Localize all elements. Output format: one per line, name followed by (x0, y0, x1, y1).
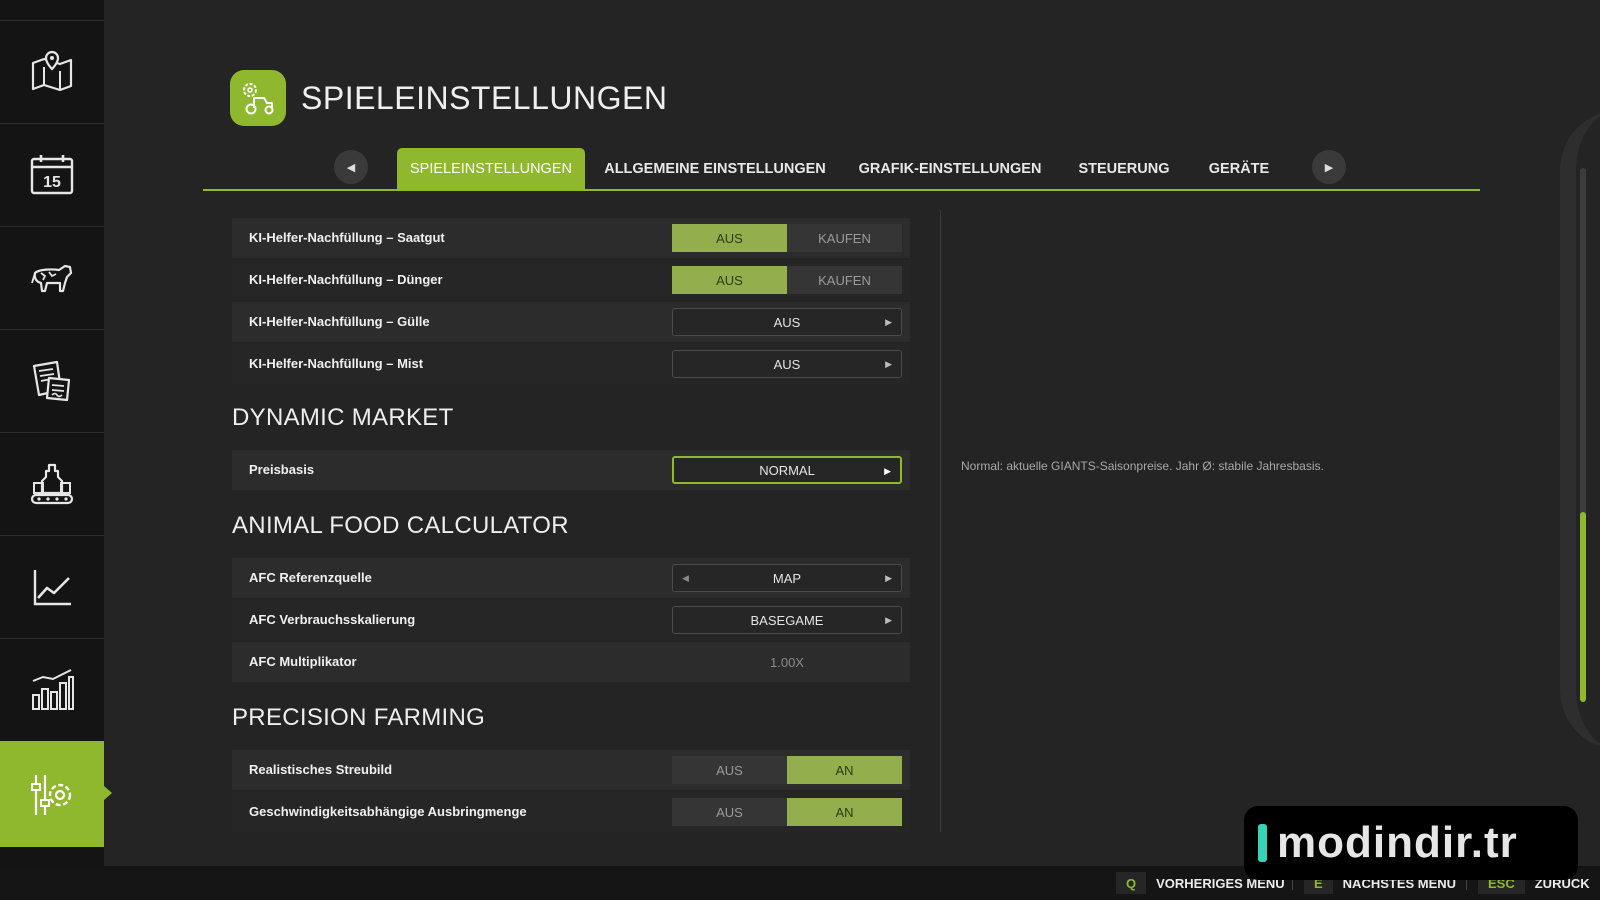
afc-referenzquelle-selector[interactable]: ◀ MAP ▶ (672, 564, 902, 592)
sidebar: 15 (0, 0, 112, 866)
panel-divider (940, 210, 941, 832)
arrow-right-icon[interactable]: ▶ (885, 359, 892, 370)
watermark-bar (1258, 824, 1267, 862)
setting-row-afc-referenzquelle: AFC Referenzquelle ◀ MAP ▶ (232, 558, 910, 598)
toggle-option-aus[interactable]: AUS (672, 756, 787, 784)
selector-value: NORMAL (759, 462, 815, 478)
setting-label: KI-Helfer-Nachfüllung – Gülle (249, 314, 430, 329)
tab-next-button[interactable]: ▶ (1312, 150, 1346, 184)
setting-row-ausbringmenge: Geschwindigkeitsabhängige Ausbringmenge … (232, 792, 910, 832)
streubild-toggle[interactable]: AUS AN (672, 756, 902, 784)
section-title-precision-farming: PRECISION FARMING (232, 704, 486, 731)
sidebar-item-map[interactable] (0, 20, 104, 122)
key-q: Q (1116, 872, 1147, 894)
watermark: modindir.tr (1244, 806, 1578, 880)
page-title: SPIELEINSTELLUNGEN (301, 80, 668, 116)
setting-row-ki-saatgut: KI-Helfer-Nachfüllung – Saatgut AUS KAUF… (232, 218, 910, 258)
setting-label: KI-Helfer-Nachfüllung – Saatgut (249, 230, 445, 245)
toggle-option-aus[interactable]: AUS (672, 224, 787, 252)
scrollbar-thumb[interactable] (1580, 512, 1586, 702)
toggle-option-an[interactable]: AN (787, 798, 902, 826)
settings-icon (31, 774, 72, 815)
sidebar-item-production[interactable] (0, 432, 104, 534)
ki-mist-selector[interactable]: AUS ▶ (672, 350, 902, 378)
tab-geraete[interactable]: GERÄTE (1200, 148, 1278, 190)
setting-label: KI-Helfer-Nachfüllung – Dünger (249, 272, 443, 287)
setting-row-ki-guelle: KI-Helfer-Nachfüllung – Gülle AUS ▶ (232, 302, 910, 342)
setting-label: Preisbasis (249, 462, 315, 477)
arrow-left-icon: ◀ (346, 161, 356, 174)
arrow-left-icon[interactable]: ◀ (682, 573, 689, 584)
sidebar-item-calendar[interactable]: 15 (0, 123, 104, 225)
setting-label: AFC Referenzquelle (249, 570, 372, 585)
settings-header-icon (230, 70, 286, 126)
section-title-dynamic-market: DYNAMIC MARKET (232, 404, 454, 431)
toggle-option-an[interactable]: AN (787, 756, 902, 784)
sidebar-item-statistics[interactable] (0, 535, 104, 637)
toggle-option-aus[interactable]: AUS (672, 266, 787, 294)
afc-verbrauchsskalierung-selector[interactable]: BASEGAME ▶ (672, 606, 902, 634)
sidebar-item-settings[interactable] (0, 741, 112, 847)
selector-value: AUS (773, 314, 801, 330)
toggle-option-kaufen[interactable]: KAUFEN (787, 266, 902, 294)
cow-icon (31, 264, 73, 292)
tab-underline (203, 189, 1480, 191)
setting-row-afc-multiplikator: AFC Multiplikator 1.00X (232, 642, 910, 682)
setting-label: KI-Helfer-Nachfüllung – Mist (249, 356, 424, 371)
arrow-right-icon[interactable]: ▶ (885, 573, 892, 584)
arrow-right-icon[interactable]: ▶ (885, 317, 892, 328)
setting-row-realistisches-streubild: Realistisches Streubild AUS AN (232, 750, 910, 790)
setting-label: AFC Verbrauchsskalierung (249, 612, 416, 627)
calendar-day: 15 (43, 174, 61, 191)
ki-guelle-selector[interactable]: AUS ▶ (672, 308, 902, 336)
arrow-right-icon[interactable]: ▶ (885, 615, 892, 626)
tractor-gear-icon (243, 83, 274, 115)
selector-value: MAP (772, 570, 802, 586)
sidebar-item-finances[interactable] (0, 638, 104, 740)
tab-grafik-einstellungen[interactable]: GRAFIK-EINSTELLUNGEN (853, 148, 1047, 190)
preisbasis-selector[interactable]: NORMAL ▶ (672, 456, 902, 484)
ausbringmenge-toggle[interactable]: AUS AN (672, 798, 902, 826)
tab-spieleinstellungen[interactable]: SPIELEINSTELLUNGEN (397, 148, 585, 190)
ki-duenger-toggle[interactable]: AUS KAUFEN (672, 266, 902, 294)
sidebar-item-contracts[interactable] (0, 329, 104, 431)
sidebar-item-animals[interactable] (0, 226, 104, 328)
selector-value: AUS (773, 356, 801, 372)
setting-row-preisbasis: Preisbasis NORMAL ▶ (232, 450, 910, 490)
arrow-right-icon: ▶ (1324, 161, 1334, 174)
tab-allgemeine-einstellungen[interactable]: ALLGEMEINE EINSTELLUNGEN (602, 148, 828, 190)
setting-label: AFC Multiplikator (249, 654, 357, 669)
production-icon (30, 463, 74, 504)
setting-row-ki-mist: KI-Helfer-Nachfüllung – Mist AUS ▶ (232, 344, 910, 384)
calendar-icon: 15 (30, 154, 74, 194)
tab-steuerung[interactable]: STEUERUNG (1074, 148, 1174, 190)
setting-row-ki-duenger: KI-Helfer-Nachfüllung – Dünger AUS KAUFE… (232, 260, 910, 300)
selector-value: BASEGAME (750, 612, 824, 628)
watermark-text: modindir.tr (1277, 818, 1518, 867)
ki-saatgut-toggle[interactable]: AUS KAUFEN (672, 224, 902, 252)
arrow-right-icon[interactable]: ▶ (884, 466, 891, 477)
afc-multiplikator-value: 1.00X (770, 654, 804, 670)
setting-row-afc-verbrauchsskalierung: AFC Verbrauchsskalierung BASEGAME ▶ (232, 600, 910, 640)
toggle-option-kaufen[interactable]: KAUFEN (787, 224, 902, 252)
toggle-option-aus[interactable]: AUS (672, 798, 787, 826)
map-icon (31, 50, 73, 91)
bar-chart-icon (32, 668, 74, 710)
section-title-animal-food-calculator: ANIMAL FOOD CALCULATOR (232, 512, 569, 539)
setting-label: Geschwindigkeitsabhängige Ausbringmenge (249, 804, 527, 819)
tab-prev-button[interactable]: ◀ (334, 150, 368, 184)
setting-label: Realistisches Streubild (249, 762, 393, 777)
help-text: Normal: aktuelle GIANTS-Saisonpreise. Ja… (961, 459, 1324, 473)
contracts-icon (32, 360, 71, 401)
line-chart-icon (33, 569, 71, 605)
